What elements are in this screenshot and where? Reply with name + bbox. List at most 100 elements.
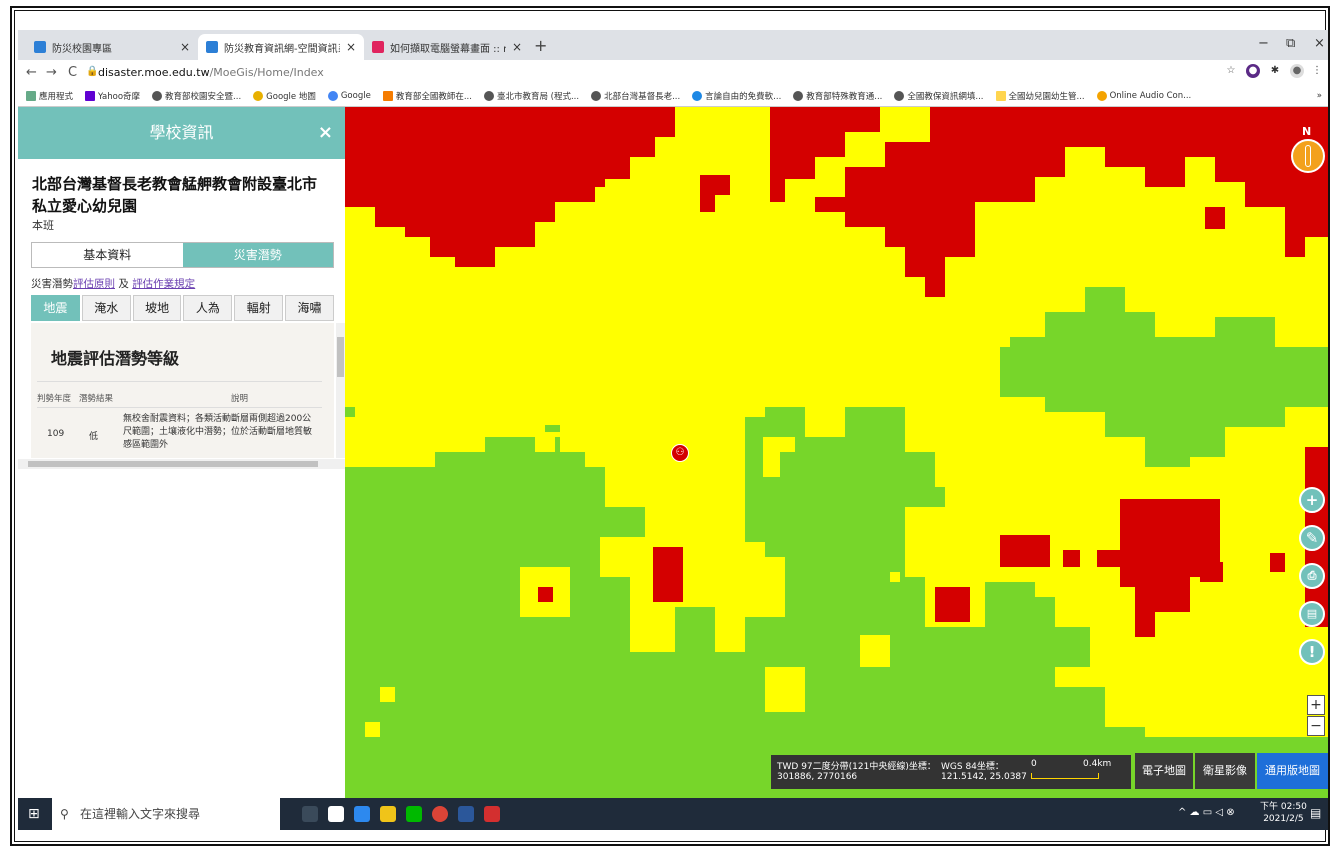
bookmark-apps[interactable]: 應用程式: [26, 90, 73, 102]
taskbar-clock[interactable]: 下午 02:50 2021/2/5: [1260, 801, 1307, 825]
bookmark-yahoo[interactable]: Yahoo奇摩: [85, 90, 140, 102]
word-icon[interactable]: [458, 806, 474, 822]
panel-header: 學校資訊 ×: [18, 107, 345, 159]
tab-close-icon[interactable]: ×: [512, 40, 522, 54]
tab-flood[interactable]: 淹水: [81, 295, 131, 321]
school-marker-icon[interactable]: ⚇: [671, 444, 689, 462]
basemap-satellite-button[interactable]: 衛星影像: [1195, 753, 1255, 789]
plus-icon[interactable]: +: [1299, 487, 1325, 513]
basemap-electronic-button[interactable]: 電子地圖: [1135, 753, 1193, 789]
puzzle-icon[interactable]: ✱: [1268, 64, 1282, 78]
tab-gis-system[interactable]: 防災教育資訊網-空間資訊系統 ×: [198, 34, 364, 60]
tray-icons[interactable]: ^ ☁ ▭ ◁ ⊗: [1178, 807, 1235, 818]
star-icon[interactable]: ☆: [1224, 64, 1238, 78]
row-desc-line: 尺範圍；土壤液化中潛勢；位於活動斷層地質敏: [123, 427, 313, 437]
maximize-button[interactable]: ⧉: [1286, 36, 1295, 51]
bookmarks-more-button[interactable]: »: [1317, 91, 1322, 101]
divider: [37, 381, 322, 382]
print-icon[interactable]: ⎙: [1299, 563, 1325, 589]
scale-bar: [1031, 773, 1099, 779]
tab-hazard-potential[interactable]: 災害潛勢: [182, 243, 333, 267]
tab-slope[interactable]: 坡地: [132, 295, 182, 321]
menu-icon[interactable]: ⋮: [1310, 64, 1324, 78]
tab-close-icon[interactable]: ×: [346, 40, 356, 54]
measure-icon[interactable]: ▤: [1299, 601, 1325, 627]
hazard-map[interactable]: ⚇ N + ✎ ⎙ ▤ ! + − TWD 97二度分帶(121中央經線)坐標：…: [345, 107, 1328, 798]
search-placeholder: 在這裡輸入文字來搜尋: [80, 807, 201, 821]
scale-end: 0.4km: [1083, 759, 1112, 769]
bookmark-special-edu[interactable]: 教育部特殊教育通...: [793, 90, 882, 102]
hazard-tabs: 地震 淹水 坡地 人為 輻射 海嘯: [31, 295, 336, 321]
globe-icon: [152, 91, 163, 101]
lock-icon: 🔒: [86, 66, 99, 77]
globe-icon: [591, 91, 602, 101]
nidbox-favicon-icon: [372, 41, 384, 53]
tab-nidbox[interactable]: 如何擷取電腦螢幕畫面 :: nidBox ×: [364, 34, 530, 60]
panel-horizontal-scrollbar[interactable]: [18, 459, 345, 469]
row-result: 低: [89, 432, 99, 442]
address-bar: ← → C 🔒 disaster.moe.edu.tw/MoeGis/Home/…: [18, 60, 1328, 86]
taskbar-search[interactable]: ⚲ 在這裡輸入文字來搜尋: [52, 798, 280, 830]
store-icon[interactable]: [328, 806, 344, 822]
tab-title: 防災校園專區: [52, 43, 112, 55]
windows-start-icon[interactable]: ⊞: [28, 806, 40, 822]
tab-earthquake[interactable]: 地震: [31, 295, 80, 321]
line-icon[interactable]: [406, 806, 422, 822]
reload-icon[interactable]: C: [68, 65, 77, 80]
software-icon: [692, 91, 703, 101]
panel-close-button[interactable]: ×: [318, 107, 333, 159]
pen-icon[interactable]: ✎: [1299, 525, 1325, 551]
globe-icon: [793, 91, 804, 101]
compass-icon[interactable]: [1291, 139, 1325, 173]
panel-title: 學校資訊: [149, 123, 214, 142]
url-field[interactable]: disaster.moe.edu.tw/MoeGis/Home/Index: [98, 66, 324, 79]
new-tab-button[interactable]: +: [534, 36, 547, 55]
scale-start: 0: [1031, 759, 1037, 769]
extension-icon[interactable]: ●: [1246, 64, 1260, 78]
eval-prefix: 災害潛勢: [31, 278, 73, 290]
alert-icon[interactable]: !: [1299, 639, 1325, 665]
col-desc: 說明: [231, 394, 249, 404]
tab-disaster-zone[interactable]: 防災校園專區 ×: [26, 34, 198, 60]
basemap-general-button[interactable]: 通用版地圖: [1257, 753, 1328, 789]
bookmark-label: 臺北市教育局 (程式...: [496, 92, 580, 102]
bookmark-label: Yahoo奇摩: [98, 92, 141, 102]
clock-date: 2021/2/5: [1263, 814, 1304, 824]
bookmark-google[interactable]: Google: [327, 91, 371, 101]
forward-icon[interactable]: →: [46, 65, 57, 80]
profile-icon[interactable]: ●: [1290, 64, 1304, 78]
eval-rules-link[interactable]: 評估作業規定: [132, 278, 195, 290]
bookmark-taipei-edu[interactable]: 臺北市教育局 (程式...: [483, 90, 580, 102]
tab-human[interactable]: 人為: [183, 295, 233, 321]
tab-tsunami[interactable]: 海嘯: [285, 295, 334, 321]
bookmark-safety[interactable]: 教育部校園安全暨...: [152, 90, 241, 102]
chrome-icon[interactable]: [432, 806, 448, 822]
bookmark-church[interactable]: 北部台灣基督長老...: [591, 90, 680, 102]
zoom-out-button[interactable]: −: [1307, 716, 1325, 736]
bookmark-ece-manage[interactable]: 全國幼兒園幼生管...: [995, 90, 1085, 102]
back-icon[interactable]: ←: [26, 65, 37, 80]
apps-grid-icon: [26, 91, 36, 101]
tab-basic-info[interactable]: 基本資料: [32, 243, 183, 267]
acrobat-icon[interactable]: [484, 806, 500, 822]
bookmark-teachers[interactable]: 教育部全國教師在...: [382, 90, 472, 102]
col-year: 判勢年度: [37, 394, 72, 404]
minimize-button[interactable]: −: [1258, 36, 1269, 51]
mail-icon[interactable]: [354, 806, 370, 822]
tab-radiation[interactable]: 輻射: [234, 295, 284, 321]
file-explorer-icon[interactable]: [380, 806, 396, 822]
bookmark-google-maps[interactable]: Google 地圖: [253, 90, 316, 102]
window-close-button[interactable]: ×: [1314, 36, 1325, 51]
eval-and: 及: [118, 278, 129, 290]
bookmark-free-software[interactable]: 言論自由的免費軟...: [692, 90, 781, 102]
bookmark-ece-info[interactable]: 全國教保資訊網填...: [894, 90, 984, 102]
school-name: 北部台灣基督長老教會艋舺教會附設臺北市私立愛心幼兒園: [32, 175, 318, 215]
eval-principle-link[interactable]: 評估原則: [73, 278, 115, 290]
bookmark-audio[interactable]: Online Audio Con...: [1096, 91, 1191, 101]
notification-icon[interactable]: ▤: [1310, 806, 1321, 820]
tab-close-icon[interactable]: ×: [180, 40, 190, 54]
hazard-map-layer: [345, 107, 1328, 798]
panel-vertical-scrollbar[interactable]: [336, 323, 345, 458]
zoom-in-button[interactable]: +: [1307, 695, 1325, 715]
task-view-icon[interactable]: [302, 806, 318, 822]
